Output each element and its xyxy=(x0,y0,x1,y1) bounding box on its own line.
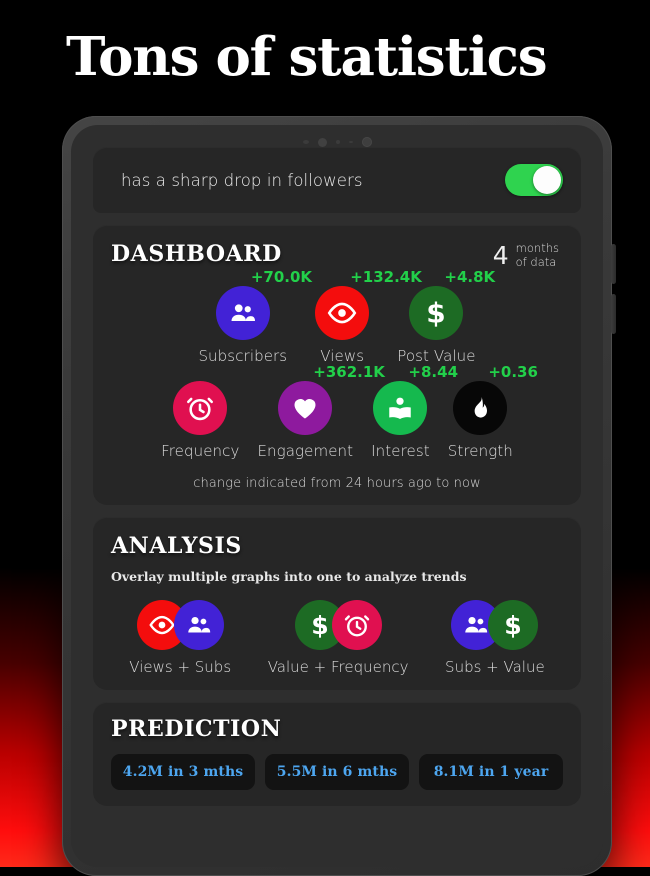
stat-post-value[interactable]: +4.8K $ Post Value xyxy=(397,268,495,365)
stat-label: Engagement xyxy=(257,441,354,460)
alert-toggle-label: has a sharp drop in followers xyxy=(121,170,363,190)
stat-engagement[interactable]: +362.1K Engagement xyxy=(257,363,384,460)
stat-frequency[interactable]: Frequency xyxy=(161,365,239,460)
stat-label: Frequency xyxy=(161,441,240,460)
prediction-chip-6-months[interactable]: 5.5M in 6 mths xyxy=(265,753,409,790)
overlay-option-label: Value + Frequency xyxy=(267,657,409,676)
analysis-subtitle: Overlay multiple graphs into one to anal… xyxy=(111,568,467,584)
alert-toggle-card: has a sharp drop in followers xyxy=(93,147,581,213)
overlay-option-label: Views + Subs xyxy=(129,657,232,676)
analysis-card: ANALYSIS Overlay multiple graphs into on… xyxy=(93,516,581,690)
alarm-clock-icon xyxy=(173,380,228,435)
analysis-title: ANALYSIS xyxy=(111,532,242,559)
heart-icon xyxy=(278,380,333,435)
page-title: Tons of statistics xyxy=(66,26,548,88)
toggle-knob xyxy=(533,166,561,194)
overlay-icon-group: $ xyxy=(294,599,382,650)
months-caption: months of data xyxy=(516,241,559,270)
stats-row-primary: +70.0K Subscribers +132.4K Views +4.8K $… xyxy=(111,268,563,365)
months-caption-line1: months xyxy=(515,241,559,255)
reader-icon xyxy=(373,380,428,435)
prediction-title: PREDICTION xyxy=(111,715,282,742)
sensor-dot-icon xyxy=(302,140,309,144)
stat-interest[interactable]: +8.44 Interest xyxy=(371,363,458,460)
flame-icon xyxy=(453,380,508,435)
tablet-screen: has a sharp drop in followers DASHBOARD … xyxy=(71,125,603,867)
stat-label: Interest xyxy=(371,441,430,460)
stats-row-secondary: Frequency +362.1K Engagement +8.44 Inter… xyxy=(111,363,563,460)
prediction-chip-3-months[interactable]: 4.2M in 3 mths xyxy=(111,753,255,790)
overlay-option-label: Subs + Value xyxy=(445,657,545,676)
front-camera-icon xyxy=(317,137,327,147)
stat-delta: +70.0K xyxy=(250,267,313,286)
dashboard-note: change indicated from 24 hours ago to no… xyxy=(193,475,481,491)
stat-label: Subscribers xyxy=(198,346,288,365)
app-content: has a sharp drop in followers DASHBOARD … xyxy=(71,147,603,867)
svg-text:$: $ xyxy=(311,611,328,640)
prediction-card: PREDICTION 4.2M in 3 mths 5.5M in 6 mths… xyxy=(93,701,581,806)
svg-text:$: $ xyxy=(505,611,522,640)
dashboard-title: DASHBOARD xyxy=(111,241,282,267)
months-of-data: 4 months of data xyxy=(493,241,563,270)
side-button-volume-up[interactable] xyxy=(611,244,616,284)
overlay-option-value-frequency[interactable]: $ Value + Frequency xyxy=(267,599,409,676)
stat-views[interactable]: +132.4K Views xyxy=(315,268,422,365)
stat-label: Strength xyxy=(447,441,513,460)
sensor-dot-icon xyxy=(348,141,353,143)
prediction-chip-list: 4.2M in 3 mths 5.5M in 6 mths 8.1M in 1 … xyxy=(111,753,563,790)
side-button-volume-down[interactable] xyxy=(611,294,616,334)
sensor-dot-icon xyxy=(335,140,340,144)
overlay-option-views-subs[interactable]: Views + Subs xyxy=(129,599,232,676)
dashboard-header: DASHBOARD 4 months of data xyxy=(111,241,563,270)
svg-text:$: $ xyxy=(427,296,446,329)
alarm-clock-icon xyxy=(331,599,382,650)
dollar-icon: $ xyxy=(488,599,539,650)
months-caption-line2: of data xyxy=(515,255,557,270)
dashboard-card: DASHBOARD 4 months of data +70.0K Subscr… xyxy=(93,225,581,505)
ambient-sensor-icon xyxy=(361,137,372,147)
stat-delta: +0.36 xyxy=(488,362,538,381)
overlay-icon-group xyxy=(136,599,224,650)
analysis-overlay-options: Views + Subs $ Value + Frequency $ Subs … xyxy=(111,599,563,676)
stat-delta: +4.8K xyxy=(444,267,496,286)
alert-toggle-switch[interactable] xyxy=(505,164,563,196)
months-count: 4 xyxy=(492,240,509,270)
stat-strength[interactable]: +0.36 Strength xyxy=(447,363,538,460)
eye-icon xyxy=(315,285,370,340)
tablet-device-frame: has a sharp drop in followers DASHBOARD … xyxy=(62,116,616,876)
stat-subscribers[interactable]: +70.0K Subscribers xyxy=(198,268,312,365)
people-icon xyxy=(215,285,270,340)
prediction-chip-1-year[interactable]: 8.1M in 1 year xyxy=(419,753,563,790)
overlay-option-subs-value[interactable]: $ Subs + Value xyxy=(445,599,545,676)
people-icon xyxy=(173,599,224,650)
overlay-icon-group: $ xyxy=(451,599,539,650)
dollar-icon: $ xyxy=(409,285,464,340)
